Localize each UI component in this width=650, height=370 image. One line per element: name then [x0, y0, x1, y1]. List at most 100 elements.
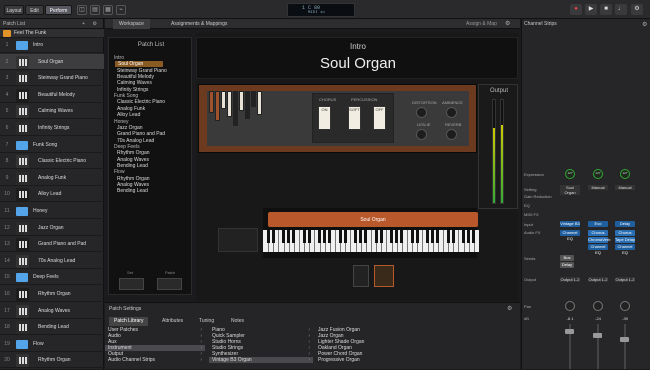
- patch-list-row[interactable]: 19 Flow: [0, 336, 104, 352]
- library-item[interactable]: Audio Channel Strips ›: [105, 357, 205, 363]
- expression-pedal[interactable]: [353, 265, 369, 287]
- black-key[interactable]: [436, 230, 440, 243]
- drawbar[interactable]: [245, 91, 250, 119]
- black-key[interactable]: [323, 230, 327, 243]
- previous-button[interactable]: [119, 278, 144, 290]
- percussion-soft-switch[interactable]: SOFT: [348, 106, 361, 130]
- volume-fader-cap[interactable]: [620, 337, 629, 342]
- drawbar[interactable]: [233, 91, 238, 126]
- patch-list-row[interactable]: 20 Rhythm Organ: [0, 352, 104, 369]
- patch-list-widget-item[interactable]: Calming Waves: [117, 80, 152, 86]
- patch-list-widget-item[interactable]: Infinity Strings: [117, 87, 148, 93]
- add-patch-icon[interactable]: +: [82, 19, 85, 29]
- patch-list-row[interactable]: 5 Calming Waves: [0, 103, 104, 120]
- black-key[interactable]: [354, 230, 358, 243]
- patch-list-widget-item[interactable]: Rhythm Organ: [117, 176, 150, 182]
- audio-fx-slot[interactable]: Channel EQ: [615, 244, 635, 255]
- patch-list-row[interactable]: 16 Rhythm Organ: [0, 286, 104, 302]
- pan-knob[interactable]: [593, 301, 603, 311]
- input-slot[interactable]: Delay: [615, 221, 635, 227]
- stop-icon[interactable]: ■: [600, 4, 612, 15]
- output-slot[interactable]: Output 1-2: [588, 277, 608, 282]
- next-button[interactable]: [157, 278, 182, 290]
- settings-icon[interactable]: ⚙: [631, 4, 643, 15]
- patch-list-widget-item[interactable]: Rhythm Organ: [117, 150, 150, 156]
- patch-list-row[interactable]: 8 Classic Electric Piano: [0, 153, 104, 170]
- patch-list-widget-item[interactable]: Grand Piano and Pad: [117, 131, 165, 137]
- patch-list-widget-item[interactable]: Honey: [114, 119, 128, 125]
- audio-fx-slot[interactable]: Chorus: [615, 230, 635, 236]
- black-key[interactable]: [266, 230, 270, 243]
- distortion-knob[interactable]: [416, 107, 427, 118]
- black-key[interactable]: [328, 230, 332, 243]
- pitch-mod-wheels[interactable]: [218, 228, 258, 252]
- patch-settings-tab[interactable]: Tuning: [194, 317, 219, 326]
- patch-list-row[interactable]: 13 Grand Piano and Pad: [0, 236, 104, 253]
- black-key[interactable]: [390, 230, 394, 243]
- patch-list-row[interactable]: 9 Analog Funk: [0, 170, 104, 186]
- tab-assignments[interactable]: Assignments & Mappings: [165, 19, 233, 29]
- black-key[interactable]: [415, 230, 419, 243]
- audio-fx-slot[interactable]: Tape Delay: [615, 237, 635, 243]
- audio-fx-slot[interactable]: Channel EQ: [588, 244, 608, 255]
- drawbar[interactable]: [221, 91, 226, 109]
- output-slot[interactable]: Output 1-2: [615, 277, 635, 282]
- leslie-knob[interactable]: [416, 129, 427, 140]
- patch-list-widget-item[interactable]: Flow: [114, 169, 125, 175]
- drawbar[interactable]: [227, 91, 232, 117]
- patch-list-row[interactable]: 7 Funk Song: [0, 137, 104, 153]
- black-key[interactable]: [364, 230, 368, 243]
- patch-list-widget-item[interactable]: Steinway Grand Piano: [117, 68, 167, 74]
- library-item[interactable]: Progressive Organ: [315, 357, 425, 363]
- patch-list-row[interactable]: 12 Jazz Organ: [0, 220, 104, 236]
- setting-value[interactable]: Soul Organ: [560, 185, 580, 195]
- send-slot[interactable]: Delay: [560, 262, 574, 268]
- tuner-icon[interactable]: ⌁: [116, 5, 126, 15]
- black-key[interactable]: [379, 230, 383, 243]
- toggle-panel-icon[interactable]: ◫: [77, 5, 87, 15]
- setting-value[interactable]: Manual: [588, 185, 608, 190]
- patch-settings-tab[interactable]: Patch Library: [109, 317, 149, 326]
- patch-list-row[interactable]: 10 Alloy Lead: [0, 186, 104, 203]
- black-key[interactable]: [271, 230, 275, 243]
- black-key[interactable]: [467, 230, 471, 243]
- patch-list-row[interactable]: 3 Steinway Grand Piano: [0, 70, 104, 87]
- black-key[interactable]: [292, 230, 296, 243]
- play-icon[interactable]: ▶: [585, 4, 597, 15]
- input-slot[interactable]: Vintage B3: [560, 221, 580, 227]
- percussion-off-switch[interactable]: OFF: [373, 106, 386, 130]
- black-key[interactable]: [374, 230, 378, 243]
- drawbar[interactable]: [239, 91, 244, 111]
- drawbar[interactable]: [215, 91, 220, 121]
- patch-list-widget-item[interactable]: Bending Lead: [117, 188, 148, 194]
- black-key[interactable]: [282, 230, 286, 243]
- tab-workspace[interactable]: Workspace: [113, 19, 150, 29]
- volume-fader-cap[interactable]: [565, 329, 574, 334]
- patch-list-widget-item[interactable]: Analog Waves: [117, 182, 149, 188]
- drawbar[interactable]: [209, 91, 214, 113]
- metronome-icon[interactable]: ♩: [615, 4, 627, 15]
- patch-list-row[interactable]: 2 Soul Organ: [0, 53, 104, 70]
- black-key[interactable]: [302, 230, 306, 243]
- patch-settings-gear-icon[interactable]: ⚙: [507, 305, 512, 312]
- send-slot[interactable]: Bus: [560, 255, 574, 261]
- black-key[interactable]: [338, 230, 342, 243]
- chorus-switch[interactable]: ON: [318, 106, 331, 130]
- channel-strips-gear-icon[interactable]: ⚙: [642, 21, 647, 28]
- patch-list-widget-item[interactable]: 70s Analog Lead: [117, 138, 154, 144]
- options-gear-icon[interactable]: ⚙: [93, 19, 97, 29]
- audio-fx-slot[interactable]: ChromaVerb: [588, 237, 610, 243]
- patch-settings-tab[interactable]: Notes: [226, 317, 249, 326]
- patch-list-row[interactable]: 6 Infinity Strings: [0, 120, 104, 136]
- black-key[interactable]: [451, 230, 455, 243]
- black-key[interactable]: [410, 230, 414, 243]
- patch-list-row[interactable]: 11 Honey: [0, 203, 104, 219]
- library-icon[interactable]: ▦: [103, 5, 113, 15]
- black-key[interactable]: [462, 230, 466, 243]
- black-key[interactable]: [359, 230, 363, 243]
- patch-list-widget-item[interactable]: Bending Lead: [117, 163, 148, 169]
- patch-list-widget-item[interactable]: Analog Waves: [117, 157, 149, 163]
- layout-mode-button[interactable]: Layout: [4, 5, 24, 15]
- black-key[interactable]: [343, 230, 347, 243]
- perform-mode-button[interactable]: Perform: [45, 5, 72, 15]
